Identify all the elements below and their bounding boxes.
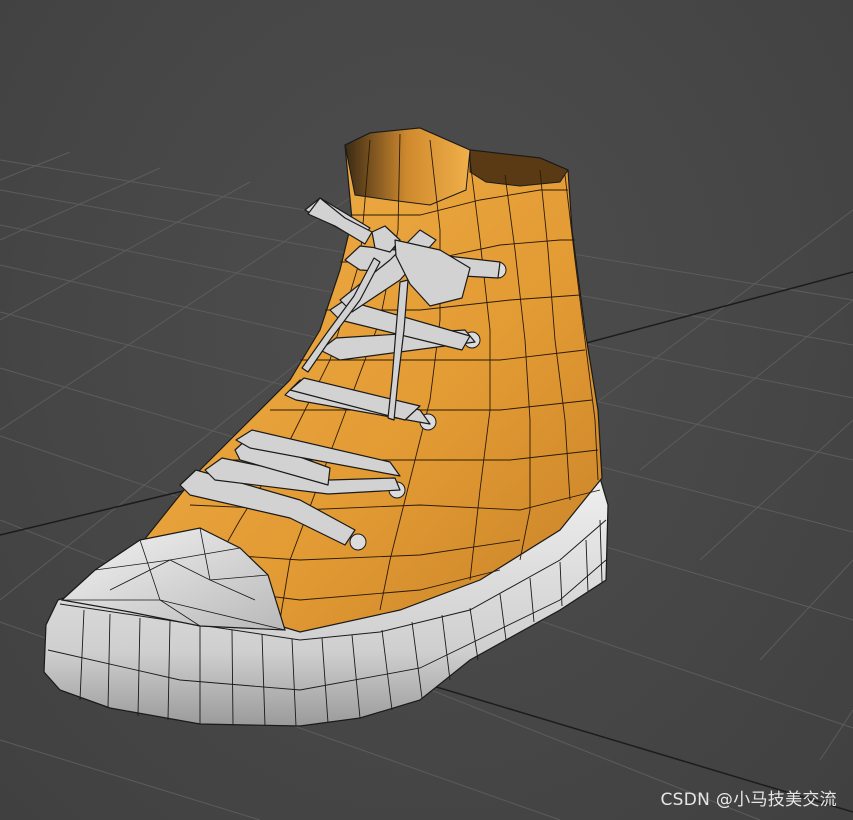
- viewport-scene: [0, 127, 853, 820]
- 3d-viewport[interactable]: CSDN @小马技美交流: [0, 0, 853, 820]
- watermark-text: CSDN @小马技美交流: [660, 790, 837, 810]
